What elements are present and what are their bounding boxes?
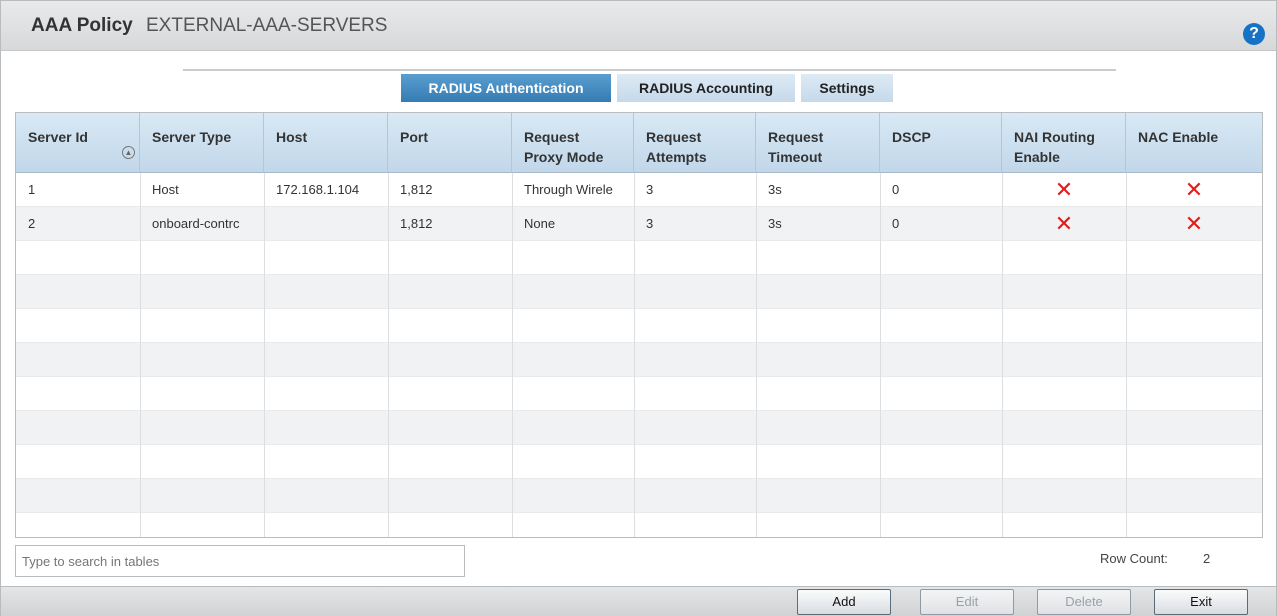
policy-name: EXTERNAL-AAA-SERVERS [146, 15, 388, 36]
table-row[interactable]: 2 onboard-contrc 1,812 None 3 3s 0 ✕ ✕ [16, 207, 1262, 241]
table-header: Server Id ▲ Server Type Host Port Reques… [16, 113, 1262, 173]
cell-request-attempts: 3 [646, 182, 654, 197]
tab-divider [183, 69, 1116, 71]
empty-row [16, 275, 1262, 309]
cell-server-id: 1 [28, 182, 36, 197]
row-count-label: Row Count: [1100, 551, 1168, 566]
empty-row [16, 241, 1262, 275]
delete-button[interactable]: Delete [1037, 589, 1131, 615]
search-input[interactable] [15, 545, 465, 577]
add-button[interactable]: Add [797, 589, 891, 615]
column-divider [140, 173, 141, 537]
cell-server-id: 2 [28, 216, 36, 231]
cell-dscp: 0 [892, 182, 900, 197]
cell-server-type: onboard-contrc [152, 216, 240, 231]
tab-radius-accounting[interactable]: RADIUS Accounting [617, 74, 795, 102]
empty-row [16, 411, 1262, 445]
cell-request-attempts: 3 [646, 216, 654, 231]
empty-row [16, 479, 1262, 513]
disabled-x-icon: ✕ [1054, 177, 1074, 202]
cell-dscp: 0 [892, 216, 900, 231]
column-header-nac-enable[interactable]: NAC Enable [1126, 113, 1262, 173]
table-body: 1 Host 172.168.1.104 1,812 Through Wirel… [16, 173, 1262, 537]
disabled-x-icon: ✕ [1054, 211, 1074, 236]
column-divider [756, 173, 757, 537]
column-header-server-type[interactable]: Server Type [140, 113, 264, 173]
cell-request-timeout: 3s [768, 216, 782, 231]
aaa-policy-window: AAA Policy EXTERNAL-AAA-SERVERS ? RADIUS… [0, 0, 1277, 616]
sort-ascending-icon[interactable]: ▲ [122, 146, 135, 159]
column-header-server-id[interactable]: Server Id ▲ [16, 113, 140, 173]
page-title: AAA Policy [31, 15, 133, 36]
cell-nac-enable: ✕ [1126, 173, 1262, 206]
tab-settings[interactable]: Settings [801, 74, 893, 102]
empty-row [16, 377, 1262, 411]
cell-server-type: Host [152, 182, 179, 197]
column-divider [1126, 173, 1127, 537]
edit-button[interactable]: Edit [920, 589, 1014, 615]
empty-row [16, 343, 1262, 377]
empty-row [16, 513, 1262, 537]
column-divider [1002, 173, 1003, 537]
column-header-request-timeout[interactable]: Request Timeout [756, 113, 880, 173]
column-divider [634, 173, 635, 537]
column-header-request-proxy-mode[interactable]: Request Proxy Mode [512, 113, 634, 173]
cell-request-proxy-mode: Through Wirele [524, 182, 613, 197]
disabled-x-icon: ✕ [1184, 211, 1204, 236]
cell-request-timeout: 3s [768, 182, 782, 197]
column-header-dscp[interactable]: DSCP [880, 113, 1002, 173]
column-divider [880, 173, 881, 537]
column-divider [388, 173, 389, 537]
row-count-value: 2 [1203, 551, 1211, 566]
disabled-x-icon: ✕ [1184, 177, 1204, 202]
cell-host [264, 207, 388, 240]
cell-nai-routing-enable: ✕ [1002, 207, 1126, 240]
servers-table: Server Id ▲ Server Type Host Port Reques… [15, 112, 1263, 538]
column-divider [512, 173, 513, 537]
cell-port: 1,812 [400, 216, 433, 231]
cell-host: 172.168.1.104 [276, 182, 360, 197]
cell-nac-enable: ✕ [1126, 207, 1262, 240]
table-row[interactable]: 1 Host 172.168.1.104 1,812 Through Wirel… [16, 173, 1262, 207]
cell-request-proxy-mode: None [524, 216, 556, 231]
help-icon[interactable]: ? [1243, 23, 1265, 45]
empty-row [16, 445, 1262, 479]
column-divider [264, 173, 265, 537]
cell-port: 1,812 [400, 182, 433, 197]
column-header-port[interactable]: Port [388, 113, 512, 173]
exit-button[interactable]: Exit [1154, 589, 1248, 615]
cell-nai-routing-enable: ✕ [1002, 173, 1126, 206]
tab-radius-authentication[interactable]: RADIUS Authentication [401, 74, 611, 102]
title-bar: AAA Policy EXTERNAL-AAA-SERVERS ? [1, 1, 1276, 51]
column-header-request-attempts[interactable]: Request Attempts [634, 113, 756, 173]
empty-row [16, 309, 1262, 343]
column-header-nai-routing-enable[interactable]: NAI Routing Enable [1002, 113, 1126, 173]
column-header-host[interactable]: Host [264, 113, 388, 173]
